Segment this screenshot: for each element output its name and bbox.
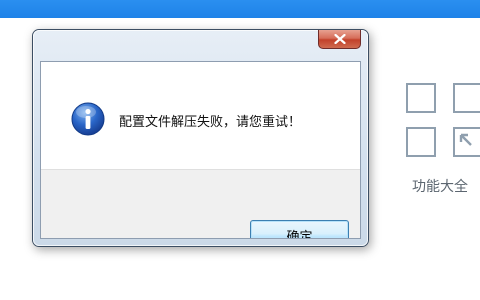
info-icon [71,102,105,136]
grid-tile [406,83,436,113]
error-dialog: 配置文件解压失败，请您重试！ 确定 [32,29,369,247]
close-icon [333,34,346,44]
error-message: 配置文件解压失败，请您重试！ [119,115,302,130]
feature-grid-icon[interactable] [406,83,480,163]
app-header-band [0,0,480,18]
dialog-body: 配置文件解压失败，请您重试！ 确定 [40,61,361,239]
grid-tile [406,127,436,157]
message-area: 配置文件解压失败，请您重试！ [41,62,360,169]
feature-label[interactable]: 功能大全 [412,176,468,196]
button-bar: 确定 [41,169,360,238]
close-button[interactable] [318,30,361,49]
ok-button[interactable]: 确定 [250,220,349,238]
arrow-icon [459,133,472,146]
grid-tile [453,127,480,157]
grid-tile [453,83,480,113]
